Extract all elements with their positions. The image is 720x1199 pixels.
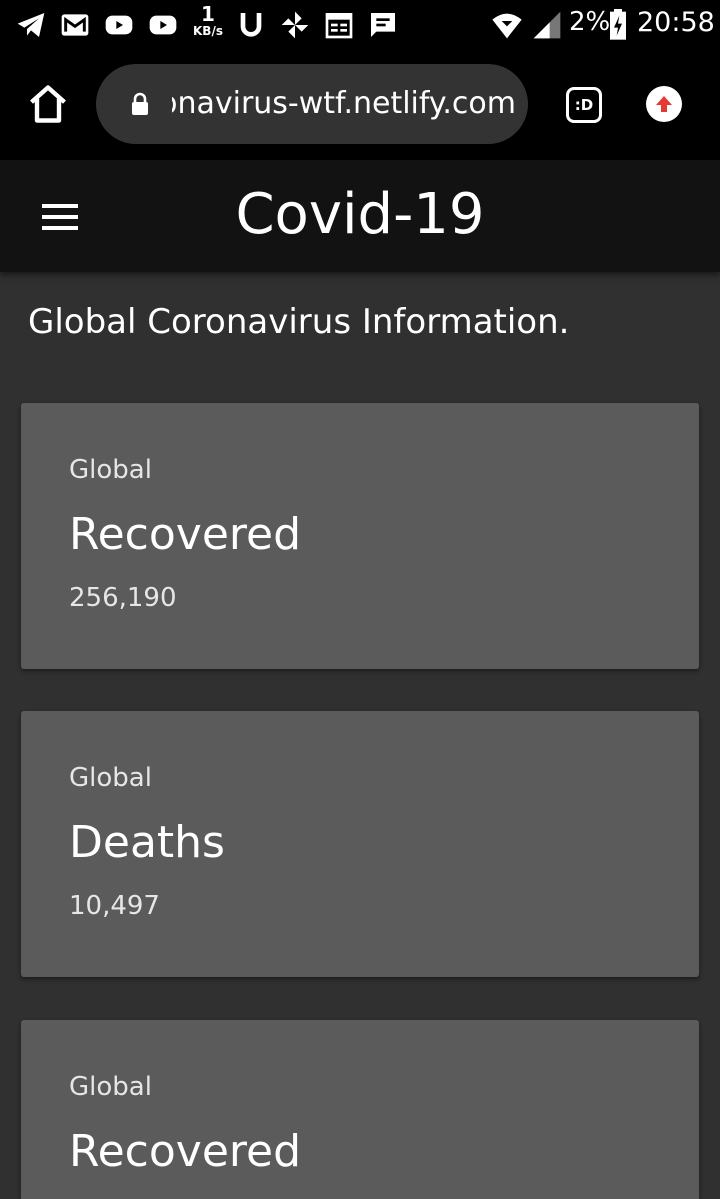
extension-button[interactable]: :D: [566, 87, 602, 123]
card-overline: Global: [69, 455, 152, 485]
clock: 20:58: [637, 7, 715, 38]
home-icon[interactable]: [26, 82, 70, 126]
status-bar: 1 KB/s 2% 20:58: [0, 0, 720, 50]
stat-card-recovered-2: Global Recovered: [21, 1020, 699, 1199]
youtube-icon: [146, 9, 180, 41]
network-speed: 1 KB/s: [188, 4, 228, 37]
signal-icon: [530, 9, 564, 41]
battery-percentage: 2%: [569, 7, 611, 37]
card-overline: Global: [69, 763, 152, 793]
stat-card-deaths: Global Deaths 10,497: [21, 711, 699, 977]
card-title: Recovered: [69, 1126, 302, 1177]
telegram-icon: [14, 9, 48, 41]
u-icon: [234, 9, 268, 41]
stat-card-recovered: Global Recovered 256,190: [21, 403, 699, 669]
card-title: Recovered: [69, 509, 302, 560]
browser-toolbar: coronavirus-wtf.netlify.com :D: [0, 50, 720, 160]
app-bar: Covid-19: [0, 160, 720, 272]
wifi-icon: [490, 9, 524, 41]
card-value: 256,190: [69, 583, 177, 613]
message-icon: [366, 9, 400, 41]
card-value: 10,497: [69, 891, 160, 921]
network-speed-unit: KB/s: [193, 24, 223, 38]
pinwheel-icon: [278, 9, 312, 41]
gmail-icon: [58, 9, 92, 41]
app-title: Covid-19: [235, 182, 485, 247]
upload-icon[interactable]: [646, 86, 682, 122]
address-bar[interactable]: coronavirus-wtf.netlify.com: [96, 64, 528, 144]
url-text[interactable]: coronavirus-wtf.netlify.com: [172, 86, 516, 121]
card-overline: Global: [69, 1072, 152, 1102]
battery-icon: [606, 9, 630, 41]
page-heading: Global Coronavirus Information.: [28, 302, 570, 342]
card-title: Deaths: [69, 817, 225, 868]
lock-icon: [130, 92, 150, 116]
network-speed-value: 1: [201, 2, 215, 26]
calendar-icon: [322, 9, 356, 41]
youtube-icon: [102, 9, 136, 41]
